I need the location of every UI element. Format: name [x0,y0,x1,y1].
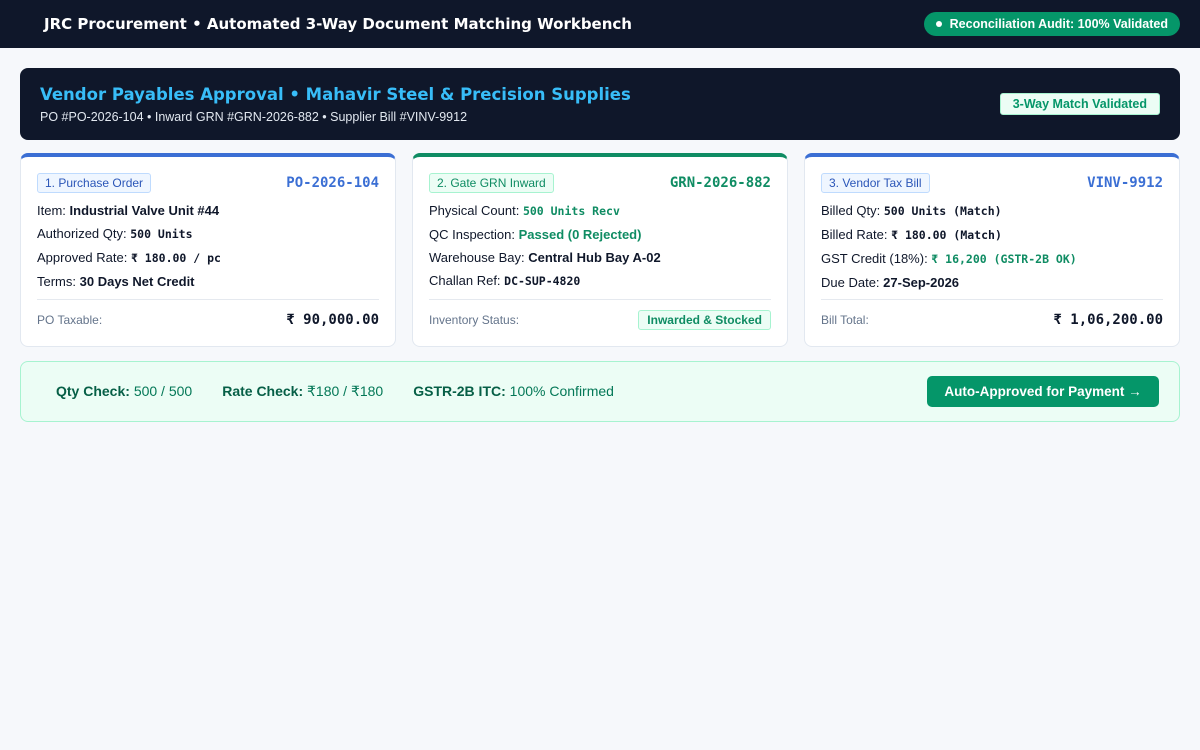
bill-gst-row: GST Credit (18%): ₹ 16,200 (GSTR-2B OK) [821,251,1077,266]
grn-challan-value: DC-SUP-4820 [504,274,581,288]
grn-number: GRN-2026-882 [669,175,771,191]
inventory-status-label: Inventory Status: [429,313,520,327]
bill-total-amount: ₹ 1,06,200.00 [1053,312,1163,328]
po-footer: PO Taxable: ₹ 90,000.00 [37,299,379,340]
bill-qty-value: 500 Units (Match) [883,204,1002,218]
check-results: Qty Check: 500 / 500 Rate Check: ₹180 / … [56,383,614,400]
bill-footer: Bill Total: ₹ 1,06,200.00 [821,299,1163,340]
grn-card: 2. Gate GRN Inward GRN-2026-882 Physical… [412,153,788,347]
po-terms-row: Terms: 30 Days Net Credit [37,274,195,289]
bill-tag: 3. Vendor Tax Bill [821,173,930,193]
document-refs: PO #PO-2026-104 • Inward GRN #GRN-2026-8… [40,109,468,124]
audit-status-badge: Reconciliation Audit: 100% Validated [923,12,1180,36]
po-qty-row: Authorized Qty: 500 Units [37,226,193,241]
top-bar: JRC Procurement • Automated 3-Way Docume… [0,0,1200,48]
page-title: Vendor Payables Approval • Mahavir Steel… [40,84,631,104]
po-terms-value: 30 Days Net Credit [79,274,195,289]
rate-check: Rate Check: ₹180 / ₹180 [222,383,384,399]
po-item-value: Industrial Valve Unit #44 [69,203,220,218]
po-tag: 1. Purchase Order [37,173,152,193]
qty-check: Qty Check: 500 / 500 [56,383,193,399]
po-taxable-label: PO Taxable: [37,313,103,327]
purchase-order-card: 1. Purchase Order PO-2026-104 Item: Indu… [20,153,396,347]
match-summary-bar: Qty Check: 500 / 500 Rate Check: ₹180 / … [20,361,1180,422]
po-rate-row: Approved Rate: ₹ 180.00 / pc [37,250,221,265]
match-validated-badge: 3-Way Match Validated [999,93,1160,115]
grn-challan-row: Challan Ref: DC-SUP-4820 [429,273,581,288]
grn-tag: 2. Gate GRN Inward [429,173,554,193]
audit-status-text: Reconciliation Audit: 100% Validated [949,17,1168,31]
approval-header: Vendor Payables Approval • Mahavir Steel… [20,68,1180,140]
po-qty-value: 500 Units [130,227,193,241]
bill-number: VINV-9912 [1087,175,1163,191]
grn-count-row: Physical Count: 500 Units Recv [429,203,620,218]
app-title: JRC Procurement • Automated 3-Way Docume… [44,15,632,33]
bill-due-row: Due Date: 27-Sep-2026 [821,275,960,290]
grn-footer: Inventory Status: Inwarded & Stocked [429,299,771,340]
vendor-bill-card: 3. Vendor Tax Bill VINV-9912 Billed Qty:… [804,153,1180,347]
po-rate-value: ₹ 180.00 / pc [130,251,221,265]
grn-qc-row: QC Inspection: Passed (0 Rejected) [429,227,642,242]
po-taxable-amount: ₹ 90,000.00 [286,312,379,328]
approve-payment-button[interactable]: Auto-Approved for Payment → [927,376,1159,407]
grn-qc-value: Passed (0 Rejected) [518,227,642,242]
po-item-row: Item: Industrial Valve Unit #44 [37,203,220,218]
bill-rate-value: ₹ 180.00 (Match) [891,228,1002,242]
po-number: PO-2026-104 [286,175,379,191]
inventory-status-badge: Inwarded & Stocked [638,310,771,330]
document-cards: 1. Purchase Order PO-2026-104 Item: Indu… [20,153,1180,347]
bill-rate-row: Billed Rate: ₹ 180.00 (Match) [821,227,1002,242]
grn-count-value: 500 Units Recv [522,204,620,218]
bill-qty-row: Billed Qty: 500 Units (Match) [821,203,1002,218]
grn-bay-row: Warehouse Bay: Central Hub Bay A-02 [429,250,661,265]
status-dot-icon [935,21,942,27]
bill-total-label: Bill Total: [821,313,869,327]
grn-bay-value: Central Hub Bay A-02 [528,250,661,265]
bill-due-value: 27-Sep-2026 [883,275,960,290]
bill-gst-value: ₹ 16,200 (GSTR-2B OK) [931,252,1077,266]
itc-check: GSTR-2B ITC: 100% Confirmed [413,383,614,399]
